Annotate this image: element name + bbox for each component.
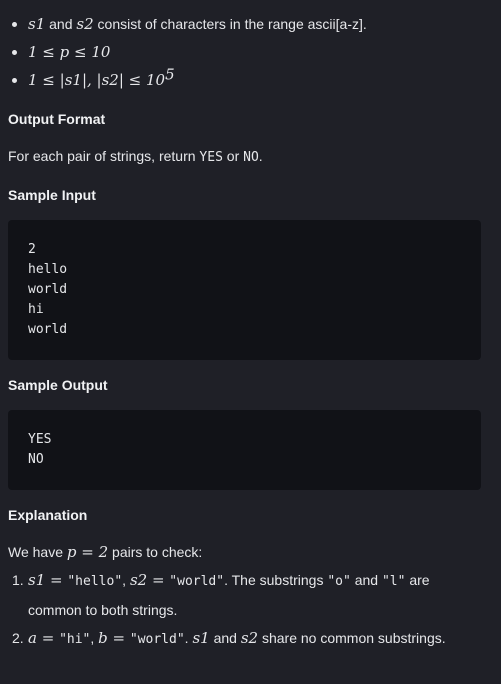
text: pairs to check:: [108, 544, 203, 560]
inline-code-no: NO: [243, 150, 259, 165]
sample-output-heading: Sample Output: [8, 377, 108, 393]
inline-code: "o": [327, 574, 351, 589]
constraint-p-range: 1 ≤ p ≤ 10: [10, 39, 367, 67]
sample-output-codeblock[interactable]: YES NO: [8, 410, 481, 490]
text: . The substrings: [224, 572, 328, 588]
explanation-heading: Explanation: [8, 507, 88, 523]
math-expression: b =: [98, 629, 130, 647]
constraint-text: and: [45, 16, 77, 32]
text: ,: [90, 630, 99, 646]
math-s2: s2: [76, 15, 94, 33]
constraints-list: s1 and s2 consist of characters in the r…: [10, 11, 367, 95]
math-s1: s1: [192, 629, 210, 647]
code-line: hello: [28, 262, 68, 277]
inline-code: "hi": [59, 632, 91, 647]
text: ,: [122, 572, 130, 588]
problem-statement: s1 and s2 consist of characters in the r…: [0, 0, 501, 684]
math-expression: a =: [28, 629, 60, 647]
code-line: YES: [28, 432, 52, 447]
constraint-length-range: 1 ≤ |s1|, |s2| ≤ 105: [10, 67, 367, 95]
explanation-item-1: 1. s1 = "hello", s2 = "world". The subst…: [12, 566, 482, 624]
code-line: hi: [28, 302, 44, 317]
text: share no common substrings.: [258, 630, 446, 646]
sample-input-codeblock[interactable]: 2 hello world hi world: [8, 220, 481, 360]
text: We have: [8, 544, 67, 560]
explanation-item-2: 2. a = "hi", b = "world". s1 and s2 shar…: [12, 624, 482, 654]
text: and: [209, 630, 241, 646]
math-s1: s1: [28, 15, 46, 33]
math-expression: s2 =: [129, 571, 170, 589]
explanation-intro: We have p = 2 pairs to check:: [8, 542, 202, 564]
output-format-text: For each pair of strings, return YES or …: [8, 146, 263, 168]
math-expression: s1 =: [28, 571, 68, 589]
code-line: world: [28, 322, 68, 337]
list-number: 1.: [12, 572, 24, 588]
code-line: NO: [28, 452, 44, 467]
inline-code: "world": [129, 632, 185, 647]
text: .: [258, 148, 263, 164]
code-line: world: [28, 282, 68, 297]
code-line: 2: [28, 242, 36, 257]
math-s2: s2: [240, 629, 259, 647]
output-format-heading: Output Format: [8, 111, 106, 127]
constraint-text: consist of characters in the range ascii…: [93, 16, 367, 32]
constraint-charset: s1 and s2 consist of characters in the r…: [10, 11, 367, 39]
sample-input-heading: Sample Input: [8, 187, 96, 203]
math-exponent: 5: [165, 65, 175, 84]
text: or: [222, 148, 244, 164]
inline-code-yes: YES: [199, 150, 223, 165]
math-expression: 1 ≤ p ≤ 10: [28, 43, 111, 61]
explanation-list: 1. s1 = "hello", s2 = "world". The subst…: [12, 566, 482, 654]
inline-code: "l": [381, 574, 406, 589]
inline-code: "world": [169, 574, 225, 589]
math-expression: p = 2: [66, 543, 109, 561]
inline-code: "hello": [67, 574, 123, 589]
text: For each pair of strings, return: [8, 148, 200, 164]
math-expression: 1 ≤ |s1|, |s2| ≤ 10: [28, 71, 166, 89]
text: and: [350, 572, 382, 588]
list-number: 2.: [12, 630, 24, 646]
